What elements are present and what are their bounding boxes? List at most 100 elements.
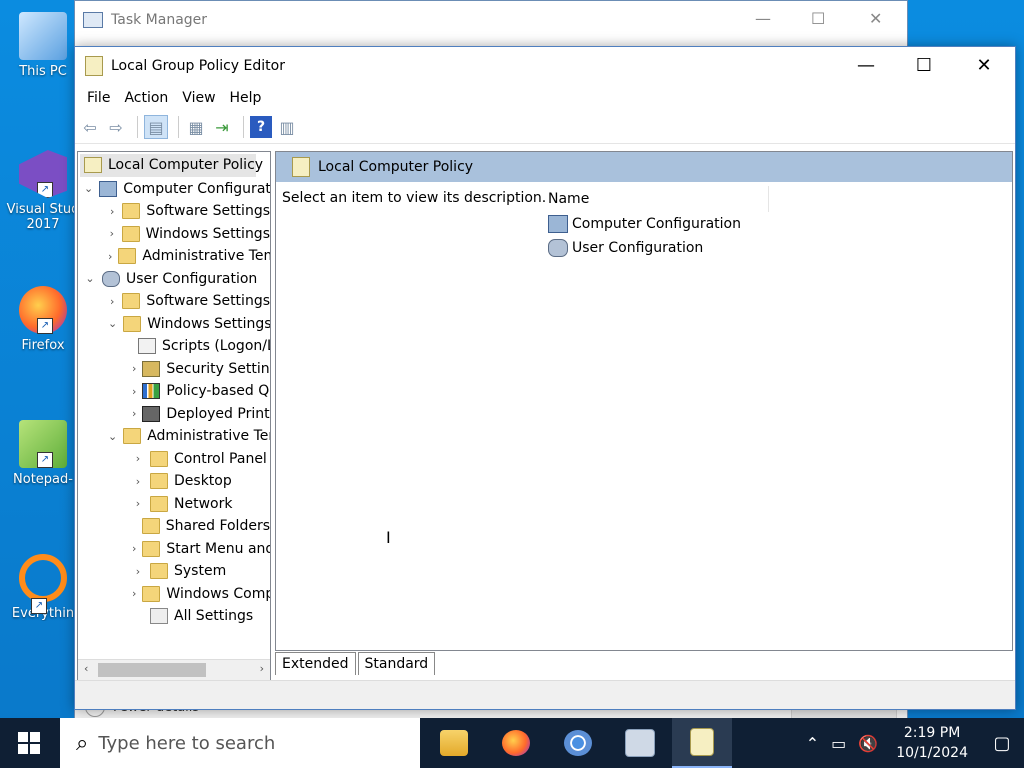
tree-item-user-administrative-templates[interactable]: ⌄ Administrative Templates [78, 425, 270, 448]
search-box[interactable]: ⌕ Type here to search [60, 718, 420, 768]
back-arrow-icon[interactable]: ⇦ [79, 116, 101, 138]
volume-muted-icon[interactable]: 🔇 [858, 734, 878, 753]
tree-item-deployed-printers[interactable]: › Deployed Printers [78, 403, 270, 426]
chevron-down-icon[interactable]: ⌄ [84, 182, 93, 195]
chevron-right-icon[interactable]: › [132, 407, 136, 420]
chevron-down-icon[interactable]: ⌄ [84, 272, 96, 285]
chevron-up-icon[interactable]: ⌃ [806, 734, 819, 753]
minimize-icon[interactable]: — [755, 9, 771, 28]
chevron-down-icon[interactable]: ⌄ [108, 430, 117, 443]
maximize-icon[interactable]: ☐ [811, 9, 825, 28]
menu-view[interactable]: View [176, 90, 221, 106]
chevron-right-icon[interactable]: › [132, 452, 144, 465]
folder-icon [142, 540, 161, 557]
menu-help[interactable]: Help [224, 90, 268, 106]
user-icon [102, 270, 120, 287]
folder-icon [118, 248, 137, 265]
scroll-right-icon[interactable]: › [260, 662, 264, 675]
taskbar-chrome[interactable] [548, 718, 608, 768]
tree-item-system[interactable]: › System [78, 560, 270, 583]
task-manager-titlebar[interactable]: Task Manager [75, 1, 907, 39]
desktop-icon-everything[interactable]: ↗ Everythin [4, 554, 82, 621]
help-icon[interactable]: ? [250, 116, 272, 138]
start-button[interactable] [0, 718, 58, 768]
taskbar-firefox[interactable] [486, 718, 546, 768]
clock-date: 10/1/2024 [896, 745, 968, 761]
tree-item-windows-settings[interactable]: › Windows Settings [78, 223, 270, 246]
tree-item-start-menu[interactable]: › Start Menu and Taskbar [78, 538, 270, 561]
details-list[interactable]: Name Computer Configuration User Configu… [544, 186, 1010, 260]
tree-item-all-settings[interactable]: All Settings [78, 605, 270, 628]
chevron-right-icon[interactable]: › [108, 295, 116, 308]
show-action-pane-icon[interactable]: ▥ [276, 116, 298, 138]
tree-item-local-computer-policy[interactable]: Local Computer Policy [80, 154, 263, 177]
desktop-icon-firefox[interactable]: ↗ Firefox [4, 286, 82, 353]
chevron-right-icon[interactable]: › [132, 497, 144, 510]
printer-icon [142, 405, 161, 422]
policy-doc-icon [84, 157, 102, 174]
column-header-name[interactable]: Name [544, 186, 769, 212]
windows-logo-icon [18, 732, 40, 754]
menu-file[interactable]: File [81, 90, 116, 106]
tree-item-scripts[interactable]: Scripts (Logon/Logoff) [78, 335, 270, 358]
scrollbar-thumb[interactable] [98, 663, 206, 677]
scroll-left-icon[interactable]: ‹ [84, 662, 88, 675]
console-tree[interactable]: Local Computer Policy ⌄ Computer Configu… [77, 151, 271, 681]
tree-item-security-settings[interactable]: › Security Settings [78, 358, 270, 381]
tree-item-policy-based-qos[interactable]: › Policy-based QoS [78, 380, 270, 403]
tree-item-software-settings[interactable]: › Software Settings [78, 200, 270, 223]
forward-arrow-icon[interactable]: ⇨ [105, 116, 127, 138]
chrome-icon [564, 730, 592, 756]
taskbar-task-manager[interactable] [610, 718, 670, 768]
close-icon[interactable]: ✕ [869, 9, 882, 28]
task-manager-icon [625, 729, 655, 757]
taskbar-file-explorer[interactable] [424, 718, 484, 768]
minimize-button[interactable]: — [837, 47, 895, 85]
desktop-icon-notepadpp[interactable]: ↗ Notepad- [4, 420, 82, 487]
script-icon [138, 338, 156, 355]
tree-item-control-panel[interactable]: › Control Panel [78, 448, 270, 471]
chevron-right-icon[interactable]: › [108, 250, 112, 263]
clock-time: 2:19 PM [903, 725, 961, 741]
chevron-down-icon[interactable]: ⌄ [108, 317, 117, 330]
desktop-icon-label: 2017 [26, 217, 60, 232]
group-policy-editor-window[interactable]: Local Group Policy Editor — ☐ ✕ File Act… [74, 46, 1016, 710]
chevron-right-icon[interactable]: › [132, 362, 136, 375]
tree-item-computer-configuration[interactable]: ⌄ Computer Configuration [78, 178, 270, 201]
export-list-icon[interactable]: ⇥ [211, 116, 233, 138]
properties-icon[interactable]: ▦ [185, 116, 207, 138]
chevron-right-icon[interactable]: › [132, 587, 136, 600]
desktop-icon-this-pc[interactable]: This PC [4, 12, 82, 79]
close-button[interactable]: ✕ [955, 47, 1013, 85]
details-pane: Local Computer Policy Select an item to … [275, 151, 1013, 651]
notifications-icon[interactable]: ▢ [980, 733, 1024, 754]
chevron-right-icon[interactable]: › [132, 542, 136, 555]
chevron-right-icon[interactable]: › [108, 227, 116, 240]
desktop-icon-visual-studio[interactable]: ↗ Visual Stud 2017 [4, 150, 82, 232]
network-icon[interactable]: ▭ [831, 734, 846, 753]
show-hide-console-tree-icon[interactable]: ▤ [144, 115, 168, 139]
tree-item-shared-folders[interactable]: Shared Folders [78, 515, 270, 538]
description-text: Select an item to view its description. [282, 190, 547, 206]
tree-item-user-software-settings[interactable]: › Software Settings [78, 290, 270, 313]
tree-horizontal-scrollbar[interactable]: ‹ › [78, 659, 270, 680]
status-bar [75, 680, 1015, 709]
chevron-right-icon[interactable]: › [132, 475, 144, 488]
tree-item-windows-components[interactable]: › Windows Components [78, 583, 270, 606]
tab-extended[interactable]: Extended [275, 652, 356, 675]
tree-item-network[interactable]: › Network [78, 493, 270, 516]
tab-standard[interactable]: Standard [357, 652, 436, 675]
tree-item-user-configuration[interactable]: ⌄ User Configuration [78, 268, 270, 291]
chevron-right-icon[interactable]: › [132, 385, 136, 398]
tree-item-administrative-templates[interactable]: › Administrative Templates [78, 245, 270, 268]
chevron-right-icon[interactable]: › [132, 565, 144, 578]
clock[interactable]: 2:19 PM 10/1/2024 [896, 723, 968, 763]
tree-item-desktop[interactable]: › Desktop [78, 470, 270, 493]
list-item-computer-configuration[interactable]: Computer Configuration [544, 212, 1010, 236]
list-item-user-configuration[interactable]: User Configuration [544, 236, 1010, 260]
maximize-button[interactable]: ☐ [895, 47, 953, 85]
chevron-right-icon[interactable]: › [108, 205, 116, 218]
taskbar-group-policy-editor[interactable] [672, 718, 732, 768]
menu-action[interactable]: Action [118, 90, 174, 106]
tree-item-user-windows-settings[interactable]: ⌄ Windows Settings [78, 313, 270, 336]
